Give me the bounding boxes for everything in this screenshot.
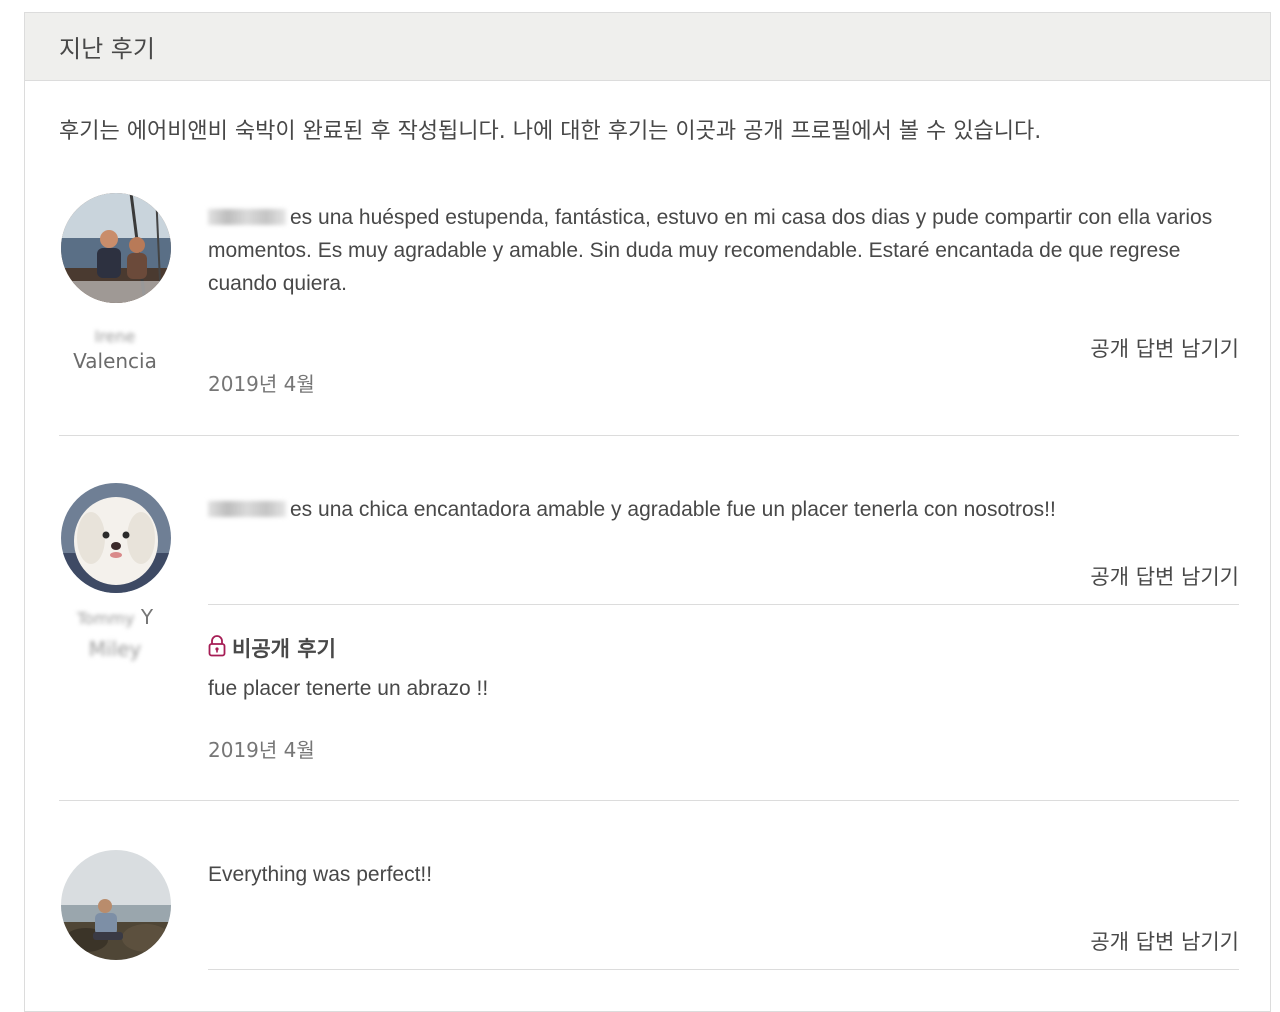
reviewer-avatar[interactable]	[61, 483, 171, 593]
panel-title: 지난 후기	[59, 35, 155, 63]
review-date: 2019년 4월	[208, 738, 315, 762]
private-divider	[208, 969, 1239, 970]
public-reply-link[interactable]: 공개 답변 남기기	[1090, 926, 1239, 956]
private-review-header: 비공개 후기	[208, 633, 336, 663]
reviewer-location: Valencia	[73, 349, 157, 373]
private-divider	[208, 604, 1239, 605]
review-text-block: es una chica encantadora amable y agrada…	[208, 493, 1239, 526]
private-review-text: fue placer tenerte un abrazo !!	[208, 677, 489, 700]
lock-icon	[208, 634, 226, 662]
reviewer-avatar[interactable]	[61, 850, 171, 960]
review-text: Everything was perfect!!	[208, 863, 433, 886]
reviewer-name-line1: Y	[140, 605, 154, 629]
reviewer-name: Tommy Y	[59, 601, 171, 635]
redacted-guest-name	[208, 209, 286, 225]
reviewer-name-line2-redacted: Miley	[88, 637, 142, 661]
reviewer-name-line2: Miley	[59, 633, 171, 665]
private-review-label: 비공개 후기	[232, 637, 336, 661]
past-reviews-panel: 지난 후기 후기는 에어비앤비 숙박이 완료된 후 작성됩니다. 나에 대한 후…	[24, 12, 1271, 1012]
panel-header: 지난 후기	[25, 13, 1270, 81]
review-date: 2019년 4월	[208, 372, 315, 396]
review-divider	[59, 800, 1239, 801]
reviewer-avatar[interactable]	[61, 193, 171, 303]
redacted-guest-name	[208, 501, 286, 517]
review-divider	[59, 435, 1239, 436]
public-reply-link[interactable]: 공개 답변 남기기	[1090, 561, 1239, 591]
review-item: Tommy Y Miley es una chica encantadora a…	[59, 483, 1239, 803]
review-text: es una huésped estupenda, fantástica, es…	[208, 206, 1213, 295]
review-text-block: es una huésped estupenda, fantástica, es…	[208, 201, 1239, 300]
review-text: es una chica encantadora amable y agrada…	[290, 498, 1056, 521]
review-item: Irene Valencia es una huésped estupenda,…	[59, 191, 1239, 436]
reviewer-name-line1-redacted: Tommy	[76, 609, 135, 628]
intro-text: 후기는 에어비앤비 숙박이 완료된 후 작성됩니다. 나에 대한 후기는 이곳과…	[59, 119, 1042, 144]
public-reply-link[interactable]: 공개 답변 남기기	[1090, 333, 1239, 363]
review-item: Everything was perfect!! 공개 답변 남기기	[59, 848, 1239, 988]
